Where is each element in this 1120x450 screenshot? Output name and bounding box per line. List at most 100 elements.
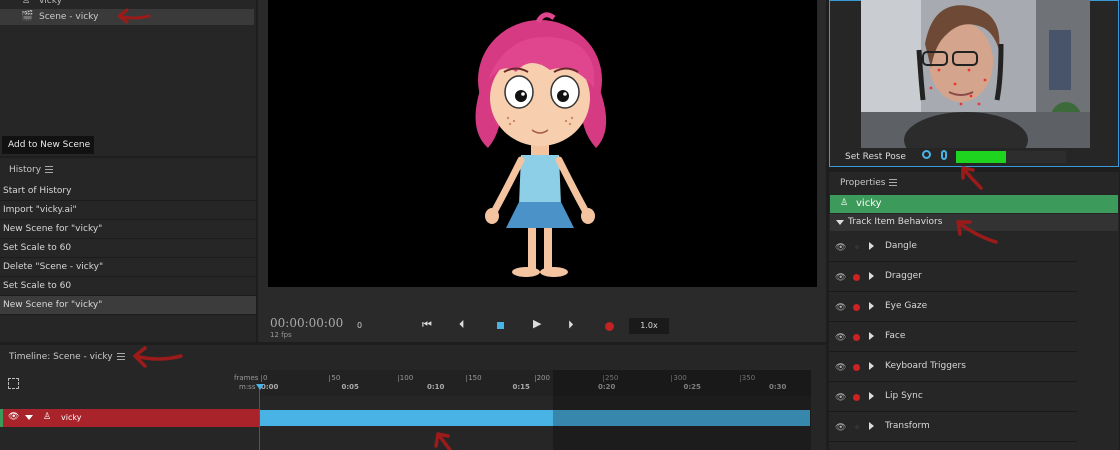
time-label: m:ss — [239, 383, 256, 391]
history-item[interactable]: New Scene for "vicky" — [0, 220, 256, 239]
playback-speed[interactable]: 1.0x — [629, 318, 669, 334]
behavior-label: Face — [885, 331, 906, 341]
history-list: Start of History Import "vicky.ai" New S… — [0, 182, 256, 315]
behavior-label: Dragger — [885, 271, 922, 281]
behavior-label: Keyboard Triggers — [885, 361, 966, 371]
history-item[interactable]: Start of History — [0, 182, 256, 201]
history-header: History — [9, 165, 54, 175]
section-label: Track Item Behaviors — [848, 217, 943, 227]
fps-display: 12 fps — [270, 331, 292, 339]
webcam-icon[interactable] — [922, 150, 931, 159]
expand-triangle-icon[interactable] — [869, 302, 874, 310]
ruler-tick — [534, 375, 536, 382]
expand-triangle-icon[interactable] — [869, 242, 874, 250]
ruler-tick — [329, 375, 331, 382]
timeline-header: Timeline: Scene - vicky — [9, 352, 125, 362]
annotation-arrow-scene — [117, 8, 151, 24]
ruler-tick — [397, 375, 399, 382]
time-tick-label: 0:10 — [427, 383, 445, 391]
track-green-marker — [0, 409, 3, 427]
frame-tick-label: 100 — [399, 374, 414, 382]
set-rest-pose-button[interactable]: Set Rest Pose — [845, 152, 906, 162]
add-to-new-scene-button[interactable]: Add to New Scene — [2, 136, 94, 154]
eye-icon[interactable]: 👁 — [8, 412, 19, 422]
expand-triangle-icon[interactable] — [869, 422, 874, 430]
history-item[interactable]: Delete "Scene - vicky" — [0, 258, 256, 277]
behavior-label: Eye Gaze — [885, 301, 928, 311]
character-vicky — [475, 12, 607, 277]
timeline-title: Timeline: Scene - vicky — [9, 352, 113, 362]
behavior-row-keyboard-triggers[interactable]: 👁 Keyboard Triggers — [829, 352, 1077, 382]
scene-icon: 🎬 — [21, 11, 34, 22]
collapse-triangle-icon — [836, 220, 844, 225]
frame-tick-label: 200 — [536, 374, 550, 382]
properties-title: Properties — [840, 178, 886, 188]
stop-button[interactable] — [497, 322, 504, 329]
timeline-tool-icon[interactable] — [8, 378, 19, 389]
track-header-vicky[interactable]: 👁 ♙ vicky — [0, 409, 259, 427]
eye-icon[interactable]: 👁 — [835, 243, 846, 253]
history-item[interactable]: Set Scale to 60 — [0, 277, 256, 296]
selected-puppet-bar[interactable]: ♙ vicky — [830, 195, 1118, 213]
track-name: vicky — [61, 413, 82, 422]
arm-dot-icon[interactable] — [855, 245, 859, 249]
eye-icon[interactable]: 👁 — [835, 363, 846, 373]
annotation-arrow-camera — [961, 166, 983, 190]
expand-triangle-icon[interactable] — [869, 272, 874, 280]
step-forward-icon[interactable]: ⏵ — [568, 318, 574, 332]
play-button[interactable]: ▶ — [533, 317, 541, 330]
time-tick-label: 0:05 — [341, 383, 359, 391]
arm-dot-icon[interactable] — [855, 425, 859, 429]
arm-dot-icon[interactable] — [853, 274, 860, 281]
frames-label: frames — [234, 374, 259, 382]
behavior-row-eye-gaze[interactable]: 👁 Eye Gaze — [829, 292, 1077, 322]
eye-icon[interactable]: 👁 — [835, 273, 846, 283]
behavior-row-face[interactable]: 👁 Face — [829, 322, 1077, 352]
annotation-arrow-behaviors — [956, 220, 998, 244]
timeline-overlay — [553, 370, 811, 450]
frame-tick-label: 150 — [468, 374, 482, 382]
expand-triangle-icon[interactable] — [869, 392, 874, 400]
eye-icon[interactable]: 👁 — [835, 303, 846, 313]
time-tick-label: 0:15 — [512, 383, 530, 391]
history-item[interactable]: Set Scale to 60 — [0, 239, 256, 258]
frame-tick-label: 0 — [263, 374, 268, 382]
chevron-down-icon[interactable] — [25, 415, 33, 420]
ruler-tick — [261, 375, 262, 382]
step-back-icon[interactable]: ⏴ — [459, 318, 465, 332]
puppet-icon: ♙ — [840, 198, 849, 208]
ruler-tick — [466, 375, 468, 382]
annotation-arrow-timeline — [133, 346, 183, 368]
selected-puppet-name: vicky — [856, 198, 882, 209]
timeline-menu-icon[interactable] — [116, 353, 125, 360]
go-to-start-icon[interactable]: ⏮ — [422, 318, 432, 332]
expand-triangle-icon[interactable] — [869, 332, 874, 340]
history-item[interactable]: Import "vicky.ai" — [0, 201, 256, 220]
eye-icon[interactable]: 👁 — [835, 393, 846, 403]
record-button[interactable] — [605, 322, 614, 331]
arm-dot-icon[interactable] — [853, 364, 860, 371]
microphone-icon[interactable] — [941, 150, 947, 160]
expand-triangle-icon[interactable] — [869, 362, 874, 370]
history-item-selected[interactable]: New Scene for "vicky" — [0, 296, 256, 315]
timecode-display: 00:00:00:00 — [270, 316, 344, 330]
behavior-label: Dangle — [885, 241, 917, 251]
arm-dot-icon[interactable] — [853, 334, 860, 341]
behavior-label: Transform — [885, 421, 930, 431]
behavior-label: Lip Sync — [885, 391, 923, 401]
eye-icon[interactable]: 👁 — [835, 333, 846, 343]
history-menu-icon[interactable] — [45, 166, 54, 173]
eye-icon[interactable]: 👁 — [835, 423, 846, 433]
puppet-icon: ♙ — [22, 0, 31, 6]
arm-dot-icon[interactable] — [853, 394, 860, 401]
webcam-image — [861, 0, 1090, 148]
frame-number: 0 — [357, 321, 363, 330]
arm-dot-icon[interactable] — [853, 304, 860, 311]
properties-menu-icon[interactable] — [889, 179, 898, 186]
behavior-row-lip-sync[interactable]: 👁 Lip Sync — [829, 382, 1077, 412]
playhead-handle-icon[interactable] — [256, 384, 264, 390]
behavior-row-dragger[interactable]: 👁 Dragger — [829, 262, 1077, 292]
scene-canvas[interactable] — [268, 0, 817, 287]
behavior-row-transform[interactable]: 👁 Transform — [829, 412, 1077, 442]
puppet-icon: ♙ — [43, 412, 52, 422]
